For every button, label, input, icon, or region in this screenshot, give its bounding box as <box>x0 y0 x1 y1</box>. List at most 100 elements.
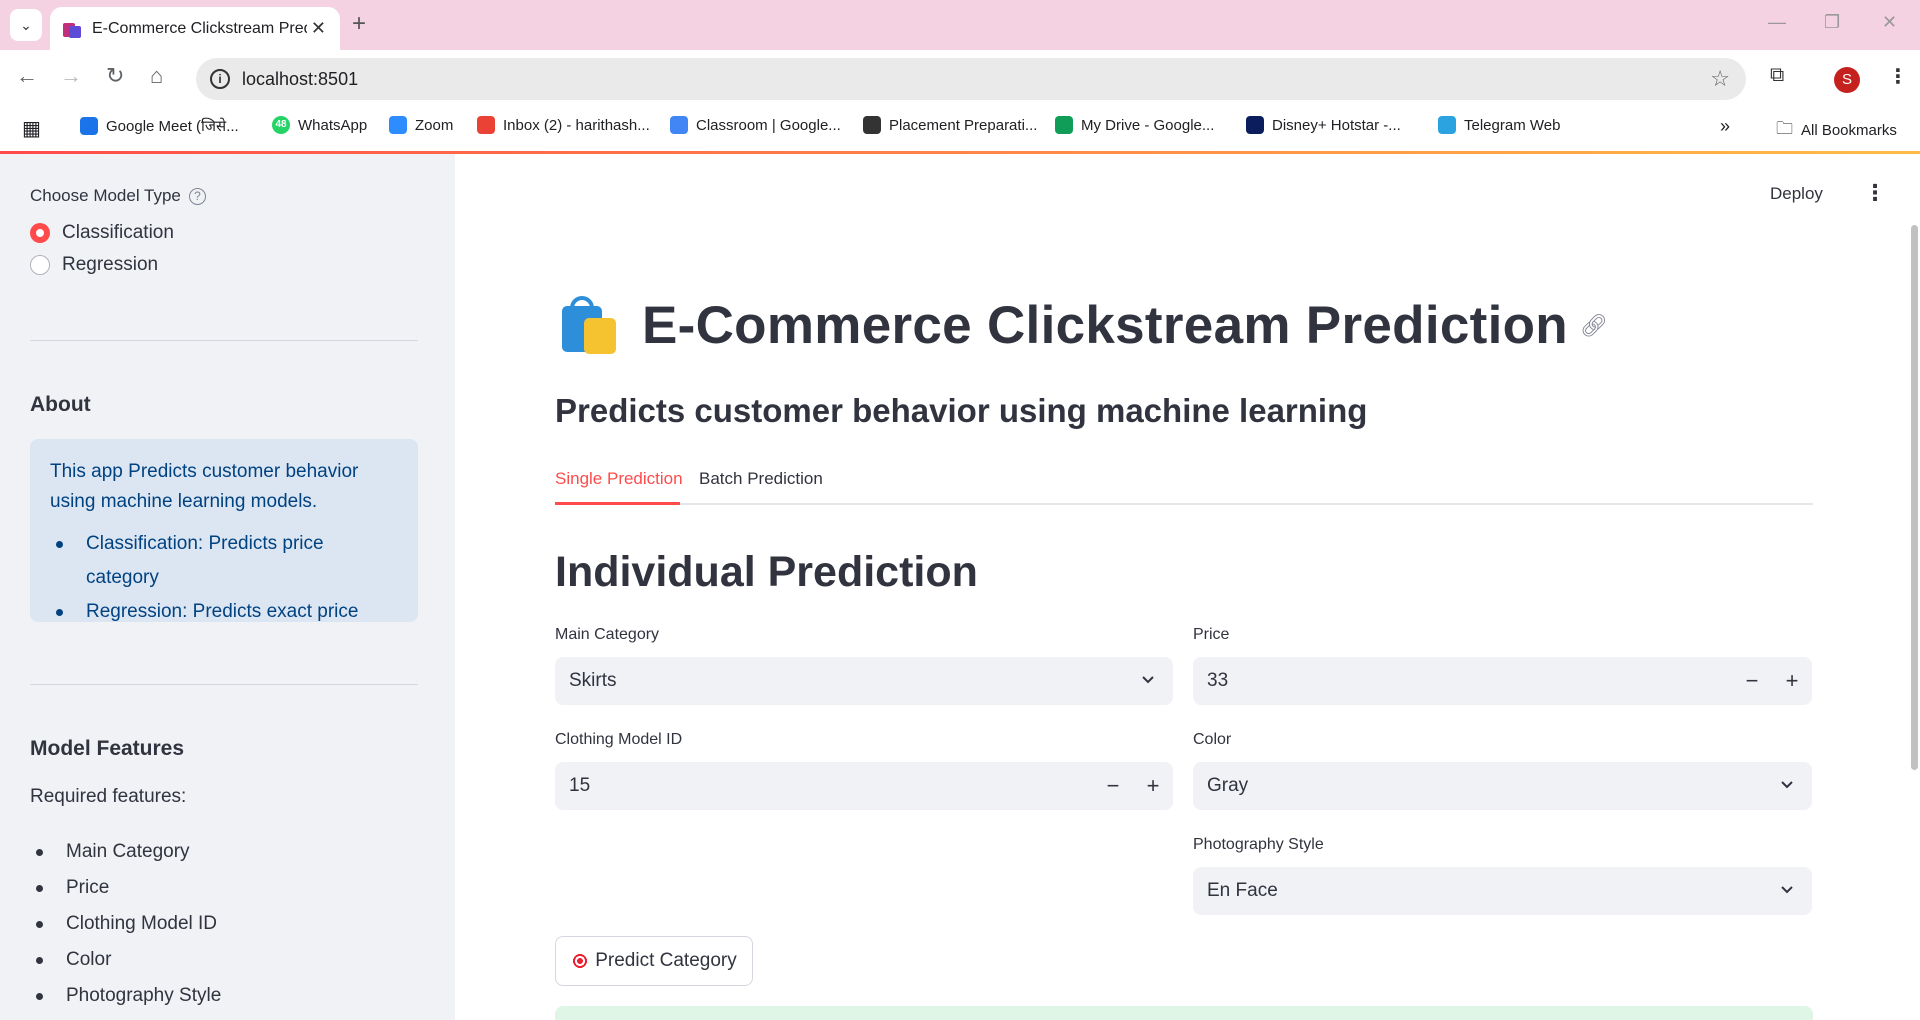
gmail-icon <box>477 116 495 134</box>
increment-plus-icon[interactable]: + <box>1133 773 1173 799</box>
all-bookmarks-folder[interactable]: 🗀 All Bookmarks <box>1776 116 1897 145</box>
predict-category-button[interactable]: Predict Category <box>555 936 753 986</box>
hotstar-icon <box>1246 116 1264 134</box>
profile-avatar[interactable]: S <box>1834 67 1860 93</box>
model-type-label: Choose Model Type? <box>30 186 206 206</box>
bookmark-label: Telegram Web <box>1464 116 1561 134</box>
chevron-down-icon <box>1778 775 1796 798</box>
bookmark-label: Placement Preparati... <box>889 116 1038 134</box>
about-heading: About <box>30 393 91 416</box>
page-title: E-Commerce Clickstream Prediction 🔗︎ <box>560 295 1608 356</box>
google-drive-icon <box>1055 116 1073 134</box>
bookmark-star-icon[interactable]: ☆ <box>1710 66 1730 92</box>
shopping-bags-favicon-icon <box>62 19 82 39</box>
home-icon[interactable]: ⌂ <box>150 62 163 90</box>
browser-menu-kebab-icon[interactable]: ⋮ <box>1888 64 1908 89</box>
radio-label: Regression <box>62 254 159 275</box>
forward-arrow-icon[interactable]: → <box>60 62 82 90</box>
list-item: Clothing Model ID <box>30 906 221 942</box>
result-box <box>555 1006 1813 1020</box>
anchor-link-icon[interactable]: 🔗︎ <box>1580 313 1608 339</box>
bookmark-label: Disney+ Hotstar -... <box>1272 116 1401 134</box>
divider <box>30 340 418 341</box>
help-question-icon[interactable]: ? <box>188 188 206 206</box>
scrollbar[interactable] <box>1911 225 1918 770</box>
section-title: Individual Prediction <box>555 548 978 596</box>
tab-single-prediction[interactable]: Single Prediction <box>555 469 683 489</box>
google-meet-icon <box>80 117 98 135</box>
price-number-input[interactable]: 33 − + <box>1193 657 1812 705</box>
increment-plus-icon[interactable]: + <box>1772 668 1812 694</box>
bookmark-item[interactable]: Inbox (2) - harithash... <box>477 116 650 134</box>
clothing-model-id-value[interactable]: 15 <box>569 775 590 797</box>
radio-classification[interactable]: Classification <box>30 222 174 244</box>
price-value[interactable]: 33 <box>1207 670 1228 692</box>
browser-tab-active[interactable]: E-Commerce Clickstream Predic ✕ <box>50 7 340 50</box>
bookmark-label: Classroom | Google... <box>696 116 841 134</box>
page-title-text: E-Commerce Clickstream Prediction <box>642 296 1568 355</box>
reload-icon[interactable]: ↻ <box>106 62 124 90</box>
close-window-icon[interactable]: ✕ <box>1882 12 1897 33</box>
divider <box>30 684 418 685</box>
clothing-model-id-number-input[interactable]: 15 − + <box>555 762 1173 810</box>
bookmark-item[interactable]: 48 WhatsApp <box>272 116 367 134</box>
bookmark-label: My Drive - Google... <box>1081 116 1215 134</box>
main-category-label: Main Category <box>555 626 660 643</box>
bookmark-item[interactable]: My Drive - Google... <box>1055 116 1214 134</box>
minimize-window-icon[interactable]: — <box>1768 12 1786 33</box>
extensions-puzzle-icon[interactable]: ⧉ <box>1770 64 1784 87</box>
bookmark-item[interactable]: Placement Preparati... <box>863 116 1037 134</box>
chevron-down-icon: ⌄ <box>20 16 32 33</box>
decrement-minus-icon[interactable]: − <box>1732 668 1772 694</box>
decrement-minus-icon[interactable]: − <box>1093 773 1133 799</box>
site-info-icon[interactable]: i <box>210 69 230 89</box>
radio-selected-icon <box>30 223 50 243</box>
app-menu-kebab-icon[interactable]: ⋮ <box>1864 180 1886 206</box>
restore-window-icon[interactable]: ❐ <box>1824 12 1840 33</box>
google-icon <box>670 116 688 134</box>
bookmark-item[interactable]: Classroom | Google... <box>670 116 841 134</box>
tab-batch-prediction[interactable]: Batch Prediction <box>699 469 823 489</box>
back-arrow-icon[interactable]: ← <box>16 62 38 90</box>
list-item: Color <box>30 942 221 978</box>
url-text[interactable]: localhost:8501 <box>242 69 358 90</box>
bookmark-label: Zoom <box>415 116 454 134</box>
zoom-icon <box>389 116 407 134</box>
bookmark-item[interactable]: Telegram Web <box>1438 116 1560 134</box>
chevron-down-icon <box>1778 880 1796 903</box>
color-value: Gray <box>1207 775 1249 796</box>
close-tab-icon[interactable]: ✕ <box>311 18 326 39</box>
active-tab-indicator <box>555 502 680 505</box>
about-info-box: This app Predicts customer behavior usin… <box>30 439 418 622</box>
bookmark-item[interactable]: Google Meet (जिसे... <box>80 116 239 136</box>
list-item: Price <box>30 870 221 906</box>
bookmark-label: Google Meet (जिसे... <box>106 118 239 135</box>
bookmark-item[interactable]: Zoom <box>389 116 453 134</box>
more-bookmarks-chevron-icon[interactable]: » <box>1720 116 1730 137</box>
required-features-text: Required features: <box>30 786 187 807</box>
telegram-icon <box>1438 116 1456 134</box>
radio-unselected-icon <box>30 255 50 275</box>
bookmark-label: WhatsApp <box>298 116 368 134</box>
all-bookmarks-label: All Bookmarks <box>1801 122 1897 139</box>
model-features-heading: Model Features <box>30 737 185 760</box>
photography-style-select[interactable]: En Face <box>1193 867 1812 915</box>
tab-bar: Single Prediction Batch Prediction <box>555 465 1813 505</box>
radio-regression[interactable]: Regression <box>30 254 158 276</box>
main-category-select[interactable]: Skirts <box>555 657 1173 705</box>
apps-grid-icon[interactable]: ▦ <box>22 116 41 141</box>
tab-search-button[interactable]: ⌄ <box>10 9 42 41</box>
list-item: Regression: Predicts exact price <box>50 595 398 629</box>
deploy-button[interactable]: Deploy <box>1770 184 1823 204</box>
list-item: Photography Style <box>30 978 221 1014</box>
address-bar[interactable]: i localhost:8501 ☆ <box>196 58 1746 100</box>
list-item: Classification: Predicts price category <box>50 527 398 595</box>
globe-icon <box>863 116 881 134</box>
shopping-bags-icon <box>560 295 620 356</box>
radio-label: Classification <box>62 222 174 243</box>
color-select[interactable]: Gray <box>1193 762 1812 810</box>
whatsapp-icon: 48 <box>272 116 290 134</box>
bookmark-item[interactable]: Disney+ Hotstar -... <box>1246 116 1401 134</box>
new-tab-plus-icon[interactable]: + <box>352 11 366 37</box>
folder-icon: 🗀 <box>1776 119 1793 138</box>
